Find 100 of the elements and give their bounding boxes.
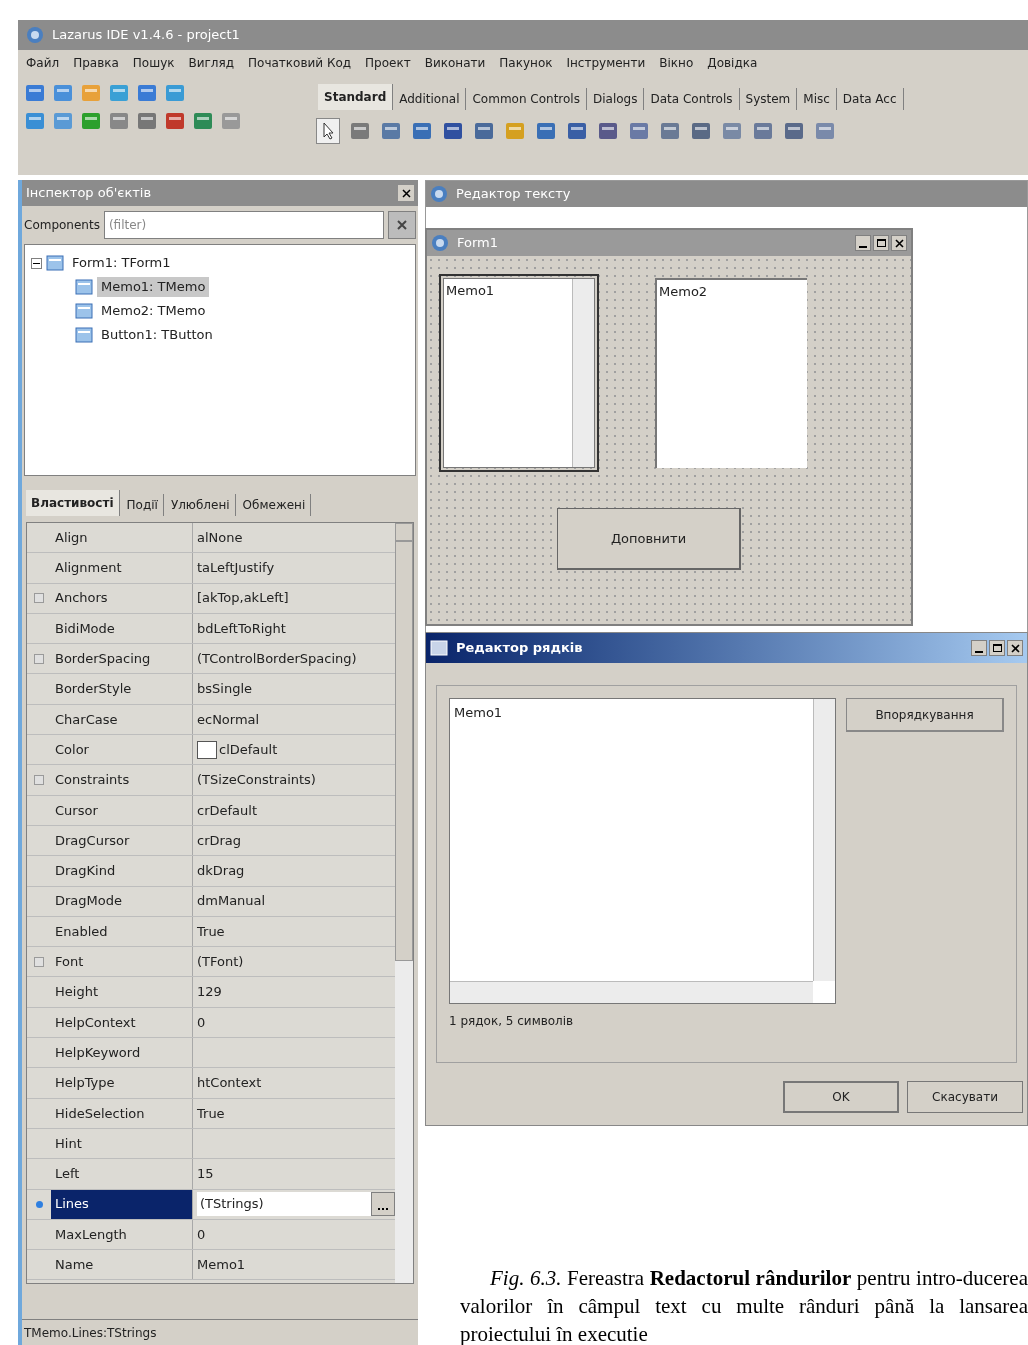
toolbar-icon[interactable] xyxy=(164,82,186,104)
property-name[interactable]: DragKind xyxy=(51,856,193,886)
scrollbar[interactable] xyxy=(572,279,594,467)
palette-tab[interactable]: Dialogs xyxy=(586,88,645,110)
menu-item[interactable]: Файл xyxy=(26,54,60,72)
sort-button[interactable]: Впорядкування xyxy=(846,698,1004,732)
property-name[interactable]: CharCase xyxy=(51,704,193,735)
toolbar-icon[interactable] xyxy=(442,120,464,142)
property-name[interactable]: HideSelection xyxy=(51,1098,193,1128)
property-name[interactable]: Cursor xyxy=(51,795,193,825)
palette-tab[interactable]: Misc xyxy=(797,88,837,110)
property-name[interactable]: BorderStyle xyxy=(51,674,193,704)
toolbar-icon[interactable] xyxy=(566,120,588,142)
toolbar-icon[interactable] xyxy=(628,120,650,142)
menu-item[interactable]: Пошук xyxy=(132,54,175,72)
menu-item[interactable]: Довідка xyxy=(707,54,758,72)
tree-item[interactable]: Button1: TButton xyxy=(97,325,217,345)
inspector-tab[interactable]: Обмежені xyxy=(237,494,312,516)
property-name[interactable]: Left xyxy=(51,1159,193,1189)
toolbar-icon[interactable] xyxy=(24,82,46,104)
property-name[interactable]: Anchors xyxy=(51,583,193,613)
ellipsis-icon[interactable] xyxy=(371,1192,395,1217)
property-value-field[interactable]: (TStrings) xyxy=(197,1192,371,1217)
toolbar-icon[interactable] xyxy=(80,110,102,132)
close-icon[interactable] xyxy=(1007,640,1023,656)
property-name[interactable]: BidiMode xyxy=(51,613,193,644)
toolbar-icon[interactable] xyxy=(535,120,557,142)
expand-icon[interactable] xyxy=(34,775,44,785)
inspector-tab[interactable]: Події xyxy=(121,494,164,516)
property-name[interactable]: Hint xyxy=(51,1128,193,1159)
dialog-button[interactable]: OK xyxy=(783,1081,899,1113)
maximize-icon[interactable] xyxy=(989,640,1005,656)
property-name[interactable]: Name xyxy=(51,1250,193,1280)
toolbar-icon[interactable] xyxy=(164,110,186,132)
property-name[interactable]: Font xyxy=(51,947,193,977)
toolbar-icon[interactable] xyxy=(108,110,130,132)
scrollbar[interactable] xyxy=(395,523,413,1283)
memo-field[interactable]: Memo2 xyxy=(655,278,807,468)
clear-filter-icon[interactable] xyxy=(388,211,416,239)
collapse-icon[interactable] xyxy=(31,257,42,269)
palette-tab[interactable]: Additional xyxy=(393,88,467,110)
close-icon[interactable] xyxy=(891,235,907,251)
property-name[interactable]: MaxLength xyxy=(51,1219,193,1250)
tree-item[interactable]: Memo2: TMemo xyxy=(97,301,210,321)
property-name[interactable]: Constraints xyxy=(51,765,193,795)
menu-item[interactable]: Вигляд xyxy=(188,54,235,72)
filter-field[interactable]: (filter) xyxy=(103,211,384,239)
menu-item[interactable]: Вікно xyxy=(659,54,694,72)
property-name[interactable]: Align xyxy=(51,523,193,553)
property-name[interactable]: Color xyxy=(51,735,193,765)
palette-tab[interactable]: Standard xyxy=(318,84,394,110)
form-button[interactable]: Доповнити xyxy=(557,508,741,570)
property-name[interactable]: HelpType xyxy=(51,1068,193,1098)
toolbar-icon[interactable] xyxy=(380,120,402,142)
toolbar-icon[interactable] xyxy=(473,120,495,142)
property-name[interactable]: BorderSpacing xyxy=(51,644,193,674)
property-name[interactable]: DragMode xyxy=(51,886,193,916)
property-name[interactable]: Alignment xyxy=(51,553,193,583)
toolbar-icon[interactable] xyxy=(136,82,158,104)
menu-item[interactable]: Початковий Код xyxy=(248,54,352,72)
tree-item[interactable]: Form1: TForm1 xyxy=(68,253,175,273)
pointer-icon[interactable] xyxy=(316,118,340,144)
property-name[interactable]: Lines xyxy=(51,1189,193,1219)
menu-item[interactable]: Проект xyxy=(365,54,411,72)
maximize-icon[interactable] xyxy=(873,235,889,251)
toolbar-icon[interactable] xyxy=(192,110,214,132)
expand-icon[interactable] xyxy=(34,653,44,664)
palette-tab[interactable]: Data Controls xyxy=(644,88,740,110)
toolbar-icon[interactable] xyxy=(136,110,158,132)
expand-icon[interactable] xyxy=(34,593,44,604)
toolbar-icon[interactable] xyxy=(411,120,433,142)
property-name[interactable]: DragCursor xyxy=(51,825,193,856)
menu-item[interactable]: Інструменти xyxy=(566,54,646,72)
property-name[interactable]: HelpKeyword xyxy=(51,1038,193,1068)
dialog-button[interactable]: Скасувати xyxy=(907,1081,1023,1113)
palette-tab[interactable]: Common Controls xyxy=(466,88,587,110)
property-name[interactable]: HelpContext xyxy=(51,1007,193,1038)
toolbar-icon[interactable] xyxy=(597,120,619,142)
close-icon[interactable] xyxy=(398,185,414,201)
menu-item[interactable]: Правка xyxy=(73,54,119,72)
toolbar-icon[interactable] xyxy=(721,120,743,142)
toolbar-icon[interactable] xyxy=(24,110,46,132)
toolbar-icon[interactable] xyxy=(690,120,712,142)
toolbar-icon[interactable] xyxy=(752,120,774,142)
scrollbar[interactable] xyxy=(813,699,835,981)
property-name[interactable]: Enabled xyxy=(51,916,193,947)
minimize-icon[interactable] xyxy=(855,235,871,251)
expand-icon[interactable] xyxy=(34,956,44,967)
minimize-icon[interactable] xyxy=(971,640,987,656)
toolbar-icon[interactable] xyxy=(659,120,681,142)
tree-item[interactable]: Memo1: TMemo xyxy=(97,277,210,297)
menu-item[interactable]: Виконати xyxy=(424,54,486,72)
menu-item[interactable]: Пакунок xyxy=(499,54,553,72)
palette-tab[interactable]: Data Acc xyxy=(836,88,904,110)
toolbar-icon[interactable] xyxy=(814,120,836,142)
strings-memo[interactable]: Memo1 xyxy=(449,698,836,1004)
toolbar-icon[interactable] xyxy=(52,82,74,104)
palette-tab[interactable]: System xyxy=(739,88,798,110)
scrollbar[interactable] xyxy=(450,981,813,1003)
toolbar-icon[interactable] xyxy=(783,120,805,142)
